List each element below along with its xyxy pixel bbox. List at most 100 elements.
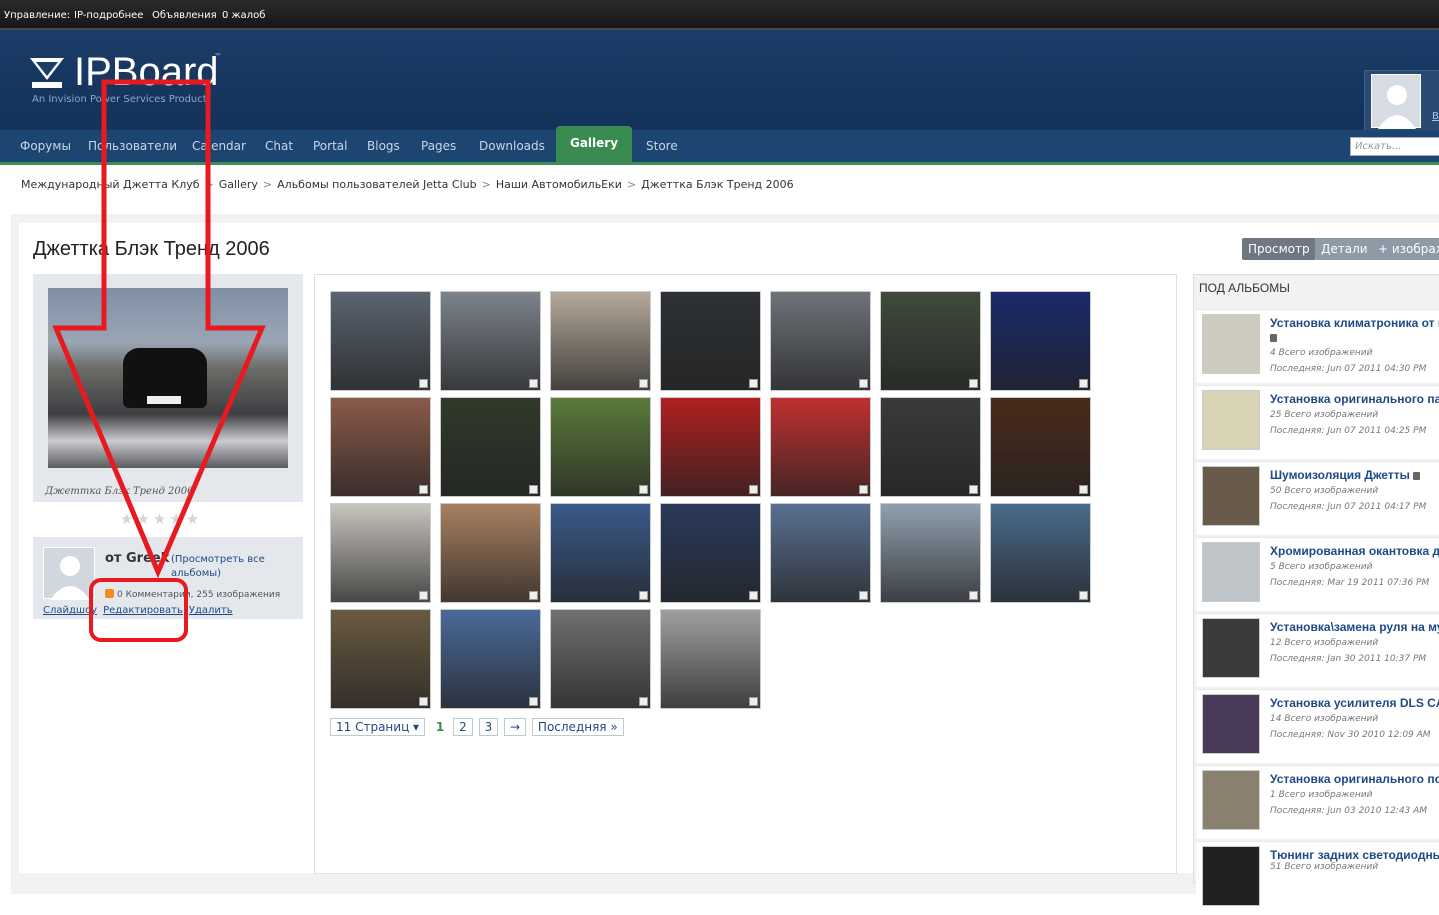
subalbum-item[interactable]: Установка климатроника от м 4 Всего изобр… [1196,309,1439,383]
subalbum-item[interactable]: Хромированная окантовка д 5 Всего изображ… [1196,537,1439,611]
tab-downloads[interactable]: Downloads [479,139,545,153]
select-checkbox[interactable] [529,697,538,706]
subalbum-item[interactable]: Установка усилителя DLS CA 14 Всего изобр… [1196,689,1439,763]
gallery-thumbnail[interactable] [330,503,431,603]
gallery-thumbnail[interactable] [990,503,1091,603]
breadcrumb-item[interactable]: Наши АвтомобильЕки [496,178,622,191]
add-image-button[interactable]: + изображ [1372,238,1439,260]
gallery-thumbnail[interactable] [660,397,761,497]
details-button[interactable]: Детали [1315,238,1374,260]
subalbum-title[interactable]: Шумоизоляция Джетты [1270,468,1410,482]
subalbum-thumbnail[interactable] [1199,388,1260,450]
subalbum-thumbnail[interactable] [1199,768,1260,830]
select-checkbox[interactable] [749,591,758,600]
select-checkbox[interactable] [969,591,978,600]
select-checkbox[interactable] [859,485,868,494]
gallery-thumbnail[interactable] [550,291,651,391]
gallery-thumbnail[interactable] [660,503,761,603]
gallery-thumbnail[interactable] [770,397,871,497]
gallery-thumbnail[interactable] [770,291,871,391]
gallery-thumbnail[interactable] [330,397,431,497]
slideshow-link[interactable]: Слайдшоу [43,605,97,616]
user-link[interactable]: В [1432,111,1439,122]
subalbum-item[interactable]: Установка\замена руля на му 12 Всего изоб… [1196,613,1439,687]
gallery-thumbnail[interactable] [330,609,431,709]
select-checkbox[interactable] [639,485,648,494]
subalbum-thumbnail[interactable] [1199,844,1260,906]
view-all-albums-link[interactable]: (Просмотреть все альбомы) [171,553,291,581]
select-checkbox[interactable] [529,591,538,600]
gallery-thumbnail[interactable] [550,503,651,603]
subalbum-item[interactable]: Установка оригинального под 1 Всего изобр… [1196,765,1439,839]
tab-gallery[interactable]: Gallery [556,126,632,162]
page-jump-dropdown[interactable]: 11 Страниц ▾ [330,718,426,736]
gallery-thumbnail[interactable] [440,503,541,603]
delete-link[interactable]: Удалить [189,605,233,616]
gallery-thumbnail[interactable] [440,609,541,709]
select-checkbox[interactable] [1079,591,1088,600]
subalbum-title[interactable]: Хромированная окантовка д [1270,544,1439,558]
select-checkbox[interactable] [529,485,538,494]
subalbum-title[interactable]: Установка оригинального под [1270,772,1439,786]
select-checkbox[interactable] [969,379,978,388]
tab-members[interactable]: Пользователи [88,139,177,153]
select-checkbox[interactable] [419,591,428,600]
gallery-thumbnail[interactable] [550,397,651,497]
select-checkbox[interactable] [1079,379,1088,388]
next-page-button[interactable]: → [504,718,527,736]
owner-name[interactable]: от Greek [105,551,169,566]
select-checkbox[interactable] [859,379,868,388]
select-checkbox[interactable] [749,379,758,388]
subalbum-thumbnail[interactable] [1199,540,1260,602]
rss-icon[interactable] [105,589,114,598]
rating-stars[interactable]: ★★★★★ [120,510,202,528]
select-checkbox[interactable] [639,379,648,388]
subalbum-thumbnail[interactable] [1199,616,1260,678]
subalbum-item[interactable]: Шумоизоляция Джетты 50 Всего изображений П… [1196,461,1439,535]
gallery-thumbnail[interactable] [660,291,761,391]
tab-chat[interactable]: Chat [265,139,293,153]
tab-forums[interactable]: Форумы [20,139,71,153]
gallery-thumbnail[interactable] [440,291,541,391]
subalbum-thumbnail[interactable] [1199,692,1260,754]
select-checkbox[interactable] [1079,485,1088,494]
gallery-thumbnail[interactable] [880,397,981,497]
select-checkbox[interactable] [419,697,428,706]
gallery-thumbnail[interactable] [880,291,981,391]
subalbum-title[interactable]: Тюнинг задних светодиодны [1270,848,1439,862]
subalbum-thumbnail[interactable] [1199,464,1260,526]
tab-store[interactable]: Store [646,139,678,153]
gallery-thumbnail[interactable] [330,291,431,391]
edit-link[interactable]: Редактировать [103,605,183,616]
select-checkbox[interactable] [749,697,758,706]
last-page-link[interactable]: Последняя » [531,718,624,736]
select-checkbox[interactable] [749,485,758,494]
subalbum-title[interactable]: Установка усилителя DLS CA [1270,696,1439,710]
page-link[interactable]: 2 [453,718,473,736]
gallery-thumbnail[interactable] [990,397,1091,497]
tab-portal[interactable]: Portal [313,139,347,153]
subalbum-title[interactable]: Установка\замена руля на му [1270,620,1439,634]
subalbum-item[interactable]: Установка оригинального пар 25 Всего изоб… [1196,385,1439,459]
gallery-thumbnail[interactable] [660,609,761,709]
gallery-thumbnail[interactable] [880,503,981,603]
gallery-thumbnail[interactable] [550,609,651,709]
breadcrumb-item[interactable]: Альбомы пользователей Jetta Club [277,178,476,191]
select-checkbox[interactable] [969,485,978,494]
select-checkbox[interactable] [639,591,648,600]
subalbum-thumbnail[interactable] [1199,312,1260,374]
select-checkbox[interactable] [639,697,648,706]
subalbum-item[interactable]: Тюнинг задних светодиодны 51 Всего изобра… [1196,841,1439,915]
subalbum-title[interactable]: Установка оригинального пар [1270,392,1439,406]
view-button[interactable]: Просмотр [1242,238,1316,260]
tab-blogs[interactable]: Blogs [367,139,400,153]
search-input[interactable]: Искать... [1350,137,1439,156]
breadcrumb-item[interactable]: Gallery [219,178,258,191]
tab-pages[interactable]: Pages [421,139,456,153]
owner-avatar[interactable] [43,547,95,600]
subalbum-title[interactable]: Установка климатроника от м [1270,316,1439,330]
admin-link-reports[interactable]: 0 жалоб [222,10,265,21]
select-checkbox[interactable] [859,591,868,600]
gallery-thumbnail[interactable] [440,397,541,497]
page-link[interactable]: 3 [478,718,499,736]
